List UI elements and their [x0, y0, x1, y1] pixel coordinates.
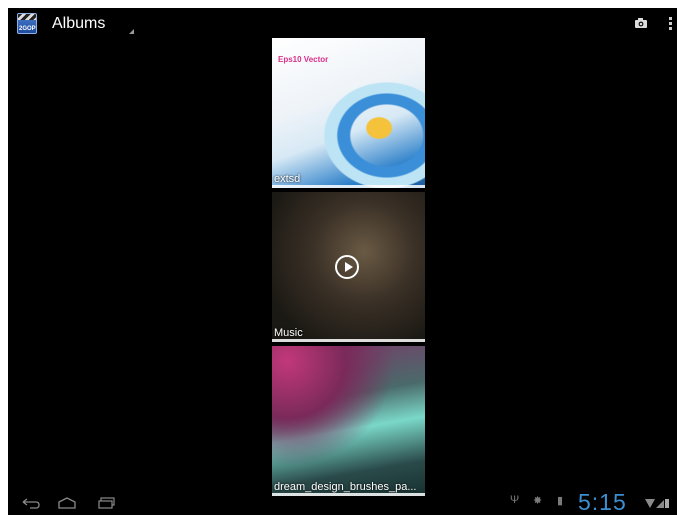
action-bar: 2GOP Albums	[8, 8, 677, 38]
clapperboard-app-icon[interactable]: 2GOP	[17, 13, 37, 34]
album-label: Music	[274, 327, 303, 339]
screen: 2GOP Albums Eps10 Vector extsd Music dre…	[8, 8, 677, 515]
album-label: extsd	[274, 173, 301, 185]
album-underline	[272, 185, 425, 188]
album-tile-extsd[interactable]: Eps10 Vector extsd	[272, 38, 425, 188]
sd-card-icon: ▮	[557, 495, 564, 507]
overflow-menu-icon[interactable]	[669, 17, 672, 31]
album-underline	[272, 339, 425, 342]
status-clock[interactable]: 5:15	[578, 489, 627, 515]
camera-icon[interactable]	[635, 18, 647, 28]
play-icon	[335, 255, 359, 279]
spinner-indicator-icon[interactable]	[129, 29, 134, 34]
recent-apps-icon[interactable]	[98, 497, 116, 509]
album-tile-music[interactable]: Music	[272, 192, 425, 342]
home-icon[interactable]	[58, 497, 76, 509]
usb-icon: Ψ	[510, 494, 520, 506]
back-icon[interactable]	[22, 498, 40, 509]
system-nav-bar: Ψ ✸ ▮ 5:15	[8, 489, 677, 515]
album-tile-dream-design[interactable]: dream_design_brushes_pa...	[272, 346, 425, 496]
action-bar-title[interactable]: Albums	[52, 15, 105, 33]
wifi-icon	[645, 499, 669, 508]
thumbnail-banner-text: Eps10 Vector	[278, 55, 329, 64]
debug-icon: ✸	[533, 495, 543, 507]
